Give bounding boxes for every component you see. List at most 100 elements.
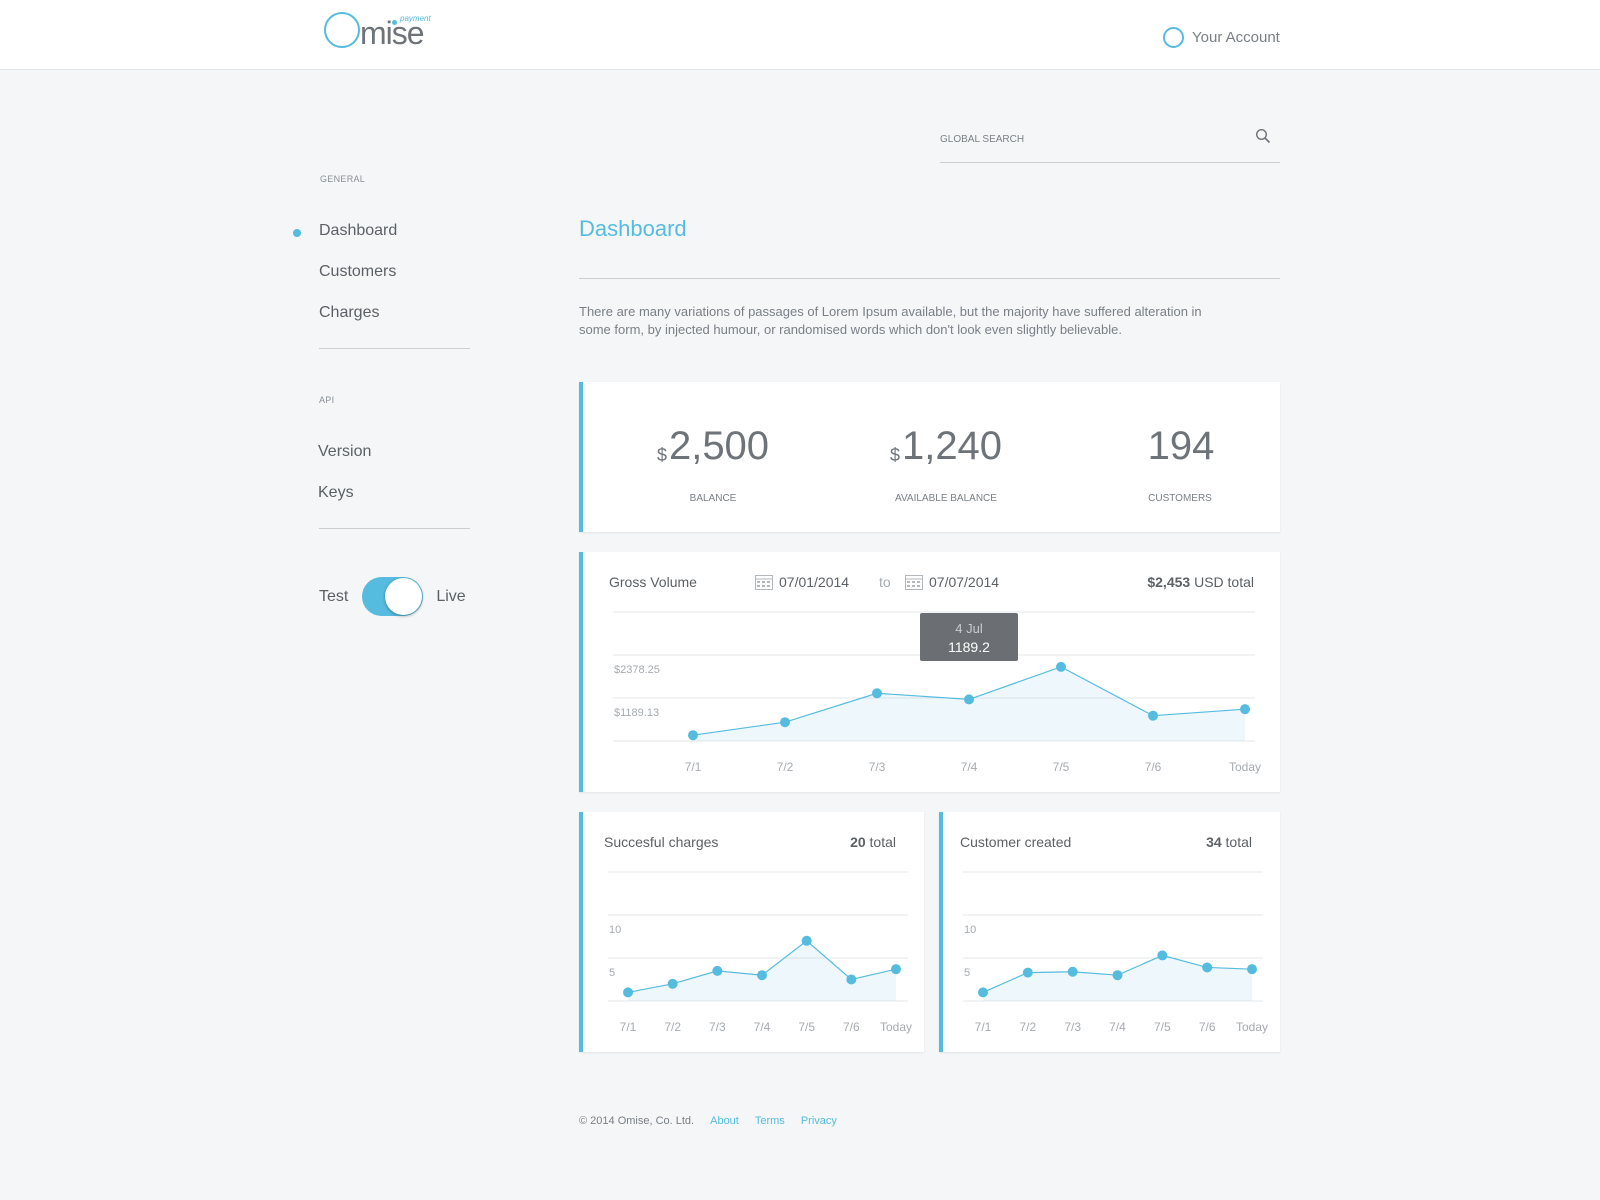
x-tick-label: 7/6 (1145, 760, 1162, 774)
x-tick-label: 7/5 (798, 1020, 815, 1034)
data-point (757, 970, 767, 981)
logo-tagline: payment (400, 14, 431, 23)
sidebar-heading-api: API (319, 395, 335, 405)
x-tick-label: 7/3 (1064, 1020, 1081, 1034)
stat-balance-value: 2,500 (668, 424, 770, 468)
gross-volume-card: Gross Volume 07/01/2014 to 07/07/2014 $2… (579, 552, 1280, 792)
stat-customers-label: CUSTOMERS (1148, 493, 1212, 504)
x-tick-label: 7/4 (754, 1020, 771, 1034)
y-tick-label: 5 (964, 967, 970, 979)
global-search (940, 124, 1280, 163)
data-point (1022, 967, 1033, 978)
logo-dot (392, 20, 397, 25)
stat-balance: $2,500 BALANCE (613, 422, 813, 504)
mode-live-label: Live (436, 587, 466, 605)
toggle-knob (385, 578, 423, 615)
data-point (712, 965, 723, 976)
data-point (1202, 962, 1213, 973)
data-point (688, 730, 698, 741)
data-point (667, 978, 678, 989)
charges-chart: 10 5 7/1 7/2 7/3 7/4 7/5 7/6 Today (608, 871, 912, 1034)
y-tick-label: 5 (609, 967, 615, 979)
data-point (623, 987, 633, 998)
x-tick-label: Today (1229, 760, 1261, 774)
footer-link-terms[interactable]: Terms (755, 1115, 785, 1127)
data-point (891, 964, 901, 975)
x-tick-label: 7/2 (1019, 1020, 1036, 1034)
x-tick-label: 7/1 (620, 1020, 637, 1034)
stats-card: $2,500 BALANCE $1,240 AVAILABLE BALANCE … (579, 382, 1280, 532)
account-icon (1163, 27, 1184, 48)
footer-link-privacy[interactable]: Privacy (801, 1115, 837, 1127)
currency-symbol: $ (656, 445, 667, 465)
test-live-toggle[interactable] (362, 577, 424, 616)
data-point (872, 688, 882, 699)
logo-ring (324, 12, 360, 48)
page-title: Dashboard (579, 216, 687, 241)
x-tick-label: 7/5 (1154, 1020, 1171, 1034)
data-point (1247, 964, 1257, 975)
mode-toggle-group: Test Live (319, 577, 466, 616)
data-point (1056, 661, 1066, 672)
x-tick-label: 7/2 (664, 1020, 681, 1034)
stat-balance-value-row: $2,500 (613, 422, 813, 479)
search-icon[interactable] (1255, 128, 1271, 144)
data-point (1240, 704, 1250, 715)
stat-customers-value: 194 (1147, 424, 1215, 468)
intro-text: There are many variations of passages of… (579, 304, 1202, 337)
y-tick-label: $2378.25 (614, 664, 660, 676)
mode-test-label: Test (319, 587, 349, 605)
x-tick-label: 7/5 (1053, 760, 1070, 774)
x-tick-label: 7/1 (975, 1020, 992, 1034)
stat-available-value: 1,240 (901, 424, 1003, 468)
stat-available-value-row: $1,240 (846, 422, 1046, 479)
title-divider (579, 278, 1280, 279)
omise-logo[interactable]: mise payment (324, 10, 436, 52)
currency-symbol: $ (889, 445, 900, 465)
stat-available-label: AVAILABLE BALANCE (895, 493, 997, 504)
data-point (846, 974, 857, 985)
x-tick-label: 7/6 (1199, 1020, 1216, 1034)
x-tick-label: 7/1 (685, 760, 702, 774)
account-link[interactable]: Your Account (1163, 27, 1280, 48)
sidebar-divider (319, 528, 470, 529)
footer: © 2014 Omise, Co. Ltd. About Terms Priva… (579, 1115, 837, 1127)
x-tick-label: 7/4 (1109, 1020, 1126, 1034)
sidebar-item-charges[interactable]: Charges (319, 304, 379, 322)
account-label: Your Account (1192, 29, 1280, 46)
data-point (1067, 966, 1078, 977)
sidebar-heading-general: GENERAL (320, 174, 366, 184)
x-tick-label: Today (1236, 1020, 1268, 1034)
stat-customers-value-row: 194 (1080, 422, 1280, 479)
search-input[interactable] (940, 128, 1240, 150)
data-point (964, 694, 974, 705)
data-point (1157, 950, 1168, 961)
data-point (978, 987, 988, 998)
y-tick-label: 10 (964, 924, 976, 936)
gross-volume-chart: $2378.25 $1189.13 7/1 7/2 7/3 7/4 7/5 7/6 Today 4… (613, 611, 1261, 774)
sidebar-divider (319, 348, 470, 349)
sidebar-item-dashboard[interactable]: Dashboard (319, 222, 397, 240)
x-tick-label: 7/4 (961, 760, 978, 774)
stat-customers: 194 CUSTOMERS (1080, 422, 1280, 504)
footer-link-about[interactable]: About (710, 1115, 739, 1127)
x-tick-label: 7/3 (709, 1020, 726, 1034)
tooltip-date: 4 Jul (955, 621, 983, 636)
sidebar-item-version[interactable]: Version (318, 443, 371, 461)
data-point (1148, 710, 1158, 721)
sidebar-item-customers[interactable]: Customers (319, 263, 396, 281)
data-point (1112, 970, 1123, 981)
stat-available-balance: $1,240 AVAILABLE BALANCE (846, 422, 1046, 504)
top-bar: mise payment Your Account (0, 0, 1600, 70)
x-tick-label: 7/2 (777, 760, 794, 774)
active-indicator (293, 229, 301, 237)
customers-card: Customer created 34 total 10 5 7/1 7/2 7/3 7/… (939, 812, 1280, 1052)
tooltip-value: 1189.2 (948, 639, 990, 655)
sidebar-item-keys[interactable]: Keys (318, 484, 354, 502)
stat-balance-label: BALANCE (689, 493, 737, 504)
x-tick-label: 7/6 (843, 1020, 860, 1034)
y-tick-label: 10 (609, 924, 621, 936)
data-point (801, 935, 812, 946)
x-tick-label: Today (880, 1020, 912, 1034)
data-point (780, 717, 790, 728)
